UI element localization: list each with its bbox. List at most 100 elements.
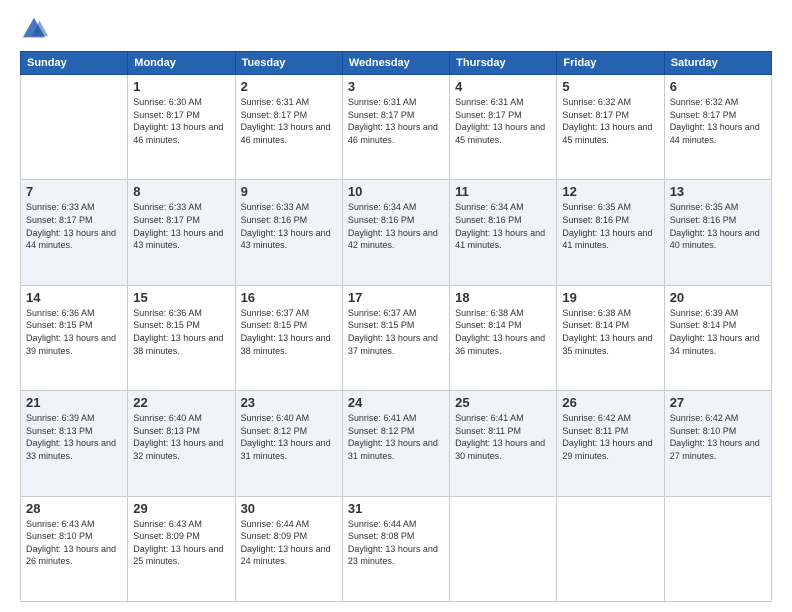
page: SundayMondayTuesdayWednesdayThursdayFrid… — [0, 0, 792, 612]
day-detail: Sunrise: 6:35 AMSunset: 8:16 PMDaylight:… — [562, 201, 658, 251]
day-detail: Sunrise: 6:39 AMSunset: 8:14 PMDaylight:… — [670, 307, 766, 357]
day-number: 9 — [241, 184, 337, 199]
day-detail: Sunrise: 6:41 AMSunset: 8:11 PMDaylight:… — [455, 412, 551, 462]
calendar-header-tuesday: Tuesday — [235, 52, 342, 75]
calendar-cell: 5 Sunrise: 6:32 AMSunset: 8:17 PMDaylight… — [557, 75, 664, 180]
calendar-header-wednesday: Wednesday — [342, 52, 449, 75]
calendar-cell: 31Sunrise: 6:44 AMSunset: 8:08 PMDayligh… — [342, 496, 449, 601]
day-number: 25 — [455, 395, 551, 410]
calendar-week-0: 1 Sunrise: 6:30 AMSunset: 8:17 PMDaylight… — [21, 75, 772, 180]
calendar-cell — [21, 75, 128, 180]
day-number: 21 — [26, 395, 122, 410]
day-detail: Sunrise: 6:42 AMSunset: 8:10 PMDaylight:… — [670, 412, 766, 462]
calendar-cell — [557, 496, 664, 601]
day-number: 11 — [455, 184, 551, 199]
calendar-cell: 1 Sunrise: 6:30 AMSunset: 8:17 PMDaylight… — [128, 75, 235, 180]
day-detail: Sunrise: 6:42 AMSunset: 8:11 PMDaylight:… — [562, 412, 658, 462]
day-number: 27 — [670, 395, 766, 410]
calendar-cell — [450, 496, 557, 601]
calendar-cell: 8Sunrise: 6:33 AMSunset: 8:17 PMDaylight… — [128, 180, 235, 285]
calendar-cell: 7 Sunrise: 6:33 AMSunset: 8:17 PMDaylight… — [21, 180, 128, 285]
day-number: 23 — [241, 395, 337, 410]
day-number: 17 — [348, 290, 444, 305]
day-number: 26 — [562, 395, 658, 410]
calendar: SundayMondayTuesdayWednesdayThursdayFrid… — [20, 51, 772, 602]
calendar-cell: 9 Sunrise: 6:33 AMSunset: 8:16 PMDaylight… — [235, 180, 342, 285]
day-detail: Sunrise: 6:36 AMSunset: 8:15 PMDaylight:… — [133, 307, 229, 357]
day-number: 29 — [133, 501, 229, 516]
day-number: 30 — [241, 501, 337, 516]
day-detail: Sunrise: 6:37 AMSunset: 8:15 PMDaylight:… — [348, 307, 444, 357]
day-detail: Sunrise: 6:36 AMSunset: 8:15 PMDaylight:… — [26, 307, 122, 357]
day-detail: Sunrise: 6:33 AMSunset: 8:17 PMDaylight:… — [26, 201, 122, 251]
calendar-header-thursday: Thursday — [450, 52, 557, 75]
calendar-cell: 17 Sunrise: 6:37 AMSunset: 8:15 PMDayligh… — [342, 285, 449, 390]
day-detail: Sunrise: 6:33 AMSunset: 8:17 PMDaylight:… — [133, 201, 229, 251]
calendar-cell: 27 Sunrise: 6:42 AMSunset: 8:10 PMDayligh… — [664, 391, 771, 496]
day-detail: Sunrise: 6:38 AMSunset: 8:14 PMDaylight:… — [455, 307, 551, 357]
calendar-cell: 20 Sunrise: 6:39 AMSunset: 8:14 PMDayligh… — [664, 285, 771, 390]
day-detail: Sunrise: 6:40 AMSunset: 8:13 PMDaylight:… — [133, 412, 229, 462]
day-detail: Sunrise: 6:30 AMSunset: 8:17 PMDaylight:… — [133, 96, 229, 146]
day-number: 22 — [133, 395, 229, 410]
calendar-week-2: 14 Sunrise: 6:36 AMSunset: 8:15 PMDayligh… — [21, 285, 772, 390]
calendar-cell: 15Sunrise: 6:36 AMSunset: 8:15 PMDayligh… — [128, 285, 235, 390]
day-detail: Sunrise: 6:39 AMSunset: 8:13 PMDaylight:… — [26, 412, 122, 462]
calendar-header-row: SundayMondayTuesdayWednesdayThursdayFrid… — [21, 52, 772, 75]
day-number: 13 — [670, 184, 766, 199]
day-detail: Sunrise: 6:37 AMSunset: 8:15 PMDaylight:… — [241, 307, 337, 357]
day-number: 6 — [670, 79, 766, 94]
calendar-cell: 25 Sunrise: 6:41 AMSunset: 8:11 PMDayligh… — [450, 391, 557, 496]
day-number: 16 — [241, 290, 337, 305]
day-detail: Sunrise: 6:33 AMSunset: 8:16 PMDaylight:… — [241, 201, 337, 251]
calendar-cell: 29Sunrise: 6:43 AMSunset: 8:09 PMDayligh… — [128, 496, 235, 601]
day-number: 10 — [348, 184, 444, 199]
calendar-cell: 22 Sunrise: 6:40 AMSunset: 8:13 PMDayligh… — [128, 391, 235, 496]
day-number: 2 — [241, 79, 337, 94]
calendar-cell: 3 Sunrise: 6:31 AMSunset: 8:17 PMDaylight… — [342, 75, 449, 180]
day-number: 3 — [348, 79, 444, 94]
day-number: 7 — [26, 184, 122, 199]
day-number: 20 — [670, 290, 766, 305]
header — [20, 15, 772, 43]
calendar-cell: 10 Sunrise: 6:34 AMSunset: 8:16 PMDayligh… — [342, 180, 449, 285]
calendar-week-4: 28Sunrise: 6:43 AMSunset: 8:10 PMDayligh… — [21, 496, 772, 601]
day-detail: Sunrise: 6:32 AMSunset: 8:17 PMDaylight:… — [562, 96, 658, 146]
calendar-cell: 23 Sunrise: 6:40 AMSunset: 8:12 PMDayligh… — [235, 391, 342, 496]
day-detail: Sunrise: 6:31 AMSunset: 8:17 PMDaylight:… — [241, 96, 337, 146]
day-detail: Sunrise: 6:40 AMSunset: 8:12 PMDaylight:… — [241, 412, 337, 462]
day-number: 1 — [133, 79, 229, 94]
day-number: 12 — [562, 184, 658, 199]
day-detail: Sunrise: 6:34 AMSunset: 8:16 PMDaylight:… — [348, 201, 444, 251]
calendar-cell: 13Sunrise: 6:35 AMSunset: 8:16 PMDayligh… — [664, 180, 771, 285]
calendar-header-sunday: Sunday — [21, 52, 128, 75]
calendar-cell: 4Sunrise: 6:31 AMSunset: 8:17 PMDaylight… — [450, 75, 557, 180]
day-detail: Sunrise: 6:34 AMSunset: 8:16 PMDaylight:… — [455, 201, 551, 251]
calendar-cell: 2 Sunrise: 6:31 AMSunset: 8:17 PMDaylight… — [235, 75, 342, 180]
calendar-cell: 6 Sunrise: 6:32 AMSunset: 8:17 PMDaylight… — [664, 75, 771, 180]
calendar-cell: 14 Sunrise: 6:36 AMSunset: 8:15 PMDayligh… — [21, 285, 128, 390]
calendar-cell: 28Sunrise: 6:43 AMSunset: 8:10 PMDayligh… — [21, 496, 128, 601]
calendar-cell: 11 Sunrise: 6:34 AMSunset: 8:16 PMDayligh… — [450, 180, 557, 285]
calendar-header-friday: Friday — [557, 52, 664, 75]
calendar-cell — [664, 496, 771, 601]
day-detail: Sunrise: 6:44 AMSunset: 8:09 PMDaylight:… — [241, 518, 337, 568]
calendar-cell: 24Sunrise: 6:41 AMSunset: 8:12 PMDayligh… — [342, 391, 449, 496]
day-number: 28 — [26, 501, 122, 516]
calendar-week-3: 21 Sunrise: 6:39 AMSunset: 8:13 PMDayligh… — [21, 391, 772, 496]
day-number: 31 — [348, 501, 444, 516]
calendar-header-monday: Monday — [128, 52, 235, 75]
day-detail: Sunrise: 6:31 AMSunset: 8:17 PMDaylight:… — [348, 96, 444, 146]
day-detail: Sunrise: 6:38 AMSunset: 8:14 PMDaylight:… — [562, 307, 658, 357]
day-number: 5 — [562, 79, 658, 94]
calendar-cell: 19 Sunrise: 6:38 AMSunset: 8:14 PMDayligh… — [557, 285, 664, 390]
logo-icon — [20, 15, 48, 43]
calendar-cell: 16 Sunrise: 6:37 AMSunset: 8:15 PMDayligh… — [235, 285, 342, 390]
calendar-cell: 18 Sunrise: 6:38 AMSunset: 8:14 PMDayligh… — [450, 285, 557, 390]
day-number: 19 — [562, 290, 658, 305]
calendar-cell: 21 Sunrise: 6:39 AMSunset: 8:13 PMDayligh… — [21, 391, 128, 496]
day-number: 18 — [455, 290, 551, 305]
day-detail: Sunrise: 6:32 AMSunset: 8:17 PMDaylight:… — [670, 96, 766, 146]
day-detail: Sunrise: 6:41 AMSunset: 8:12 PMDaylight:… — [348, 412, 444, 462]
day-number: 14 — [26, 290, 122, 305]
